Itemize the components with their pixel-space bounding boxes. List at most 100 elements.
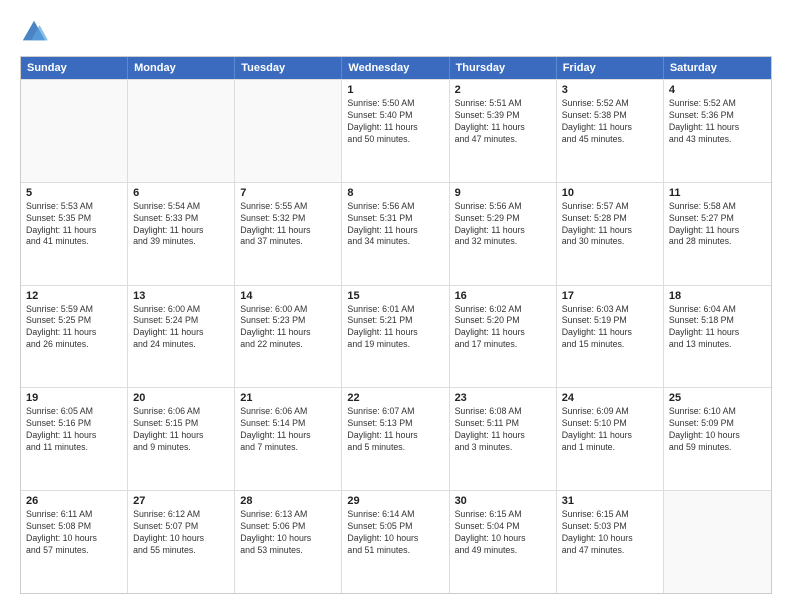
- cell-daylight-info: Sunrise: 6:15 AM Sunset: 5:04 PM Dayligh…: [455, 509, 551, 557]
- day-header-tuesday: Tuesday: [235, 57, 342, 79]
- day-number: 18: [669, 290, 766, 302]
- day-number: 2: [455, 84, 551, 96]
- calendar-cell: 11 Sunrise: 5:58 AM Sunset: 5:27 PM Dayli…: [664, 183, 771, 285]
- cell-daylight-info: Sunrise: 6:15 AM Sunset: 5:03 PM Dayligh…: [562, 509, 658, 557]
- calendar-cell: 20 Sunrise: 6:06 AM Sunset: 5:15 PM Dayli…: [128, 388, 235, 490]
- calendar-cell: [235, 80, 342, 182]
- cell-daylight-info: Sunrise: 6:06 AM Sunset: 5:14 PM Dayligh…: [240, 406, 336, 454]
- cell-daylight-info: Sunrise: 6:00 AM Sunset: 5:23 PM Dayligh…: [240, 304, 336, 352]
- cell-daylight-info: Sunrise: 6:04 AM Sunset: 5:18 PM Dayligh…: [669, 304, 766, 352]
- calendar-cell: 8 Sunrise: 5:56 AM Sunset: 5:31 PM Daylig…: [342, 183, 449, 285]
- calendar-cell: 5 Sunrise: 5:53 AM Sunset: 5:35 PM Daylig…: [21, 183, 128, 285]
- calendar-cell: 16 Sunrise: 6:02 AM Sunset: 5:20 PM Dayli…: [450, 286, 557, 388]
- day-number: 7: [240, 187, 336, 199]
- day-number: 28: [240, 495, 336, 507]
- calendar-week-1: 1 Sunrise: 5:50 AM Sunset: 5:40 PM Daylig…: [21, 79, 771, 182]
- calendar-cell: 2 Sunrise: 5:51 AM Sunset: 5:39 PM Daylig…: [450, 80, 557, 182]
- day-number: 14: [240, 290, 336, 302]
- calendar-cell: 12Sunrise: 5:59 AM Sunset: 5:25 PM Dayli…: [21, 286, 128, 388]
- calendar-cell: 1 Sunrise: 5:50 AM Sunset: 5:40 PM Daylig…: [342, 80, 449, 182]
- calendar-cell: 26 Sunrise: 6:11 AM Sunset: 5:08 PM Dayli…: [21, 491, 128, 593]
- header: [20, 18, 772, 46]
- day-number: 10: [562, 187, 658, 199]
- calendar-cell: 9Sunrise: 5:56 AM Sunset: 5:29 PM Daylig…: [450, 183, 557, 285]
- calendar-cell: 18 Sunrise: 6:04 AM Sunset: 5:18 PM Dayli…: [664, 286, 771, 388]
- cell-daylight-info: Sunrise: 6:01 AM Sunset: 5:21 PM Dayligh…: [347, 304, 443, 352]
- day-number: 8: [347, 187, 443, 199]
- cell-daylight-info: Sunrise: 6:11 AM Sunset: 5:08 PM Dayligh…: [26, 509, 122, 557]
- cell-daylight-info: Sunrise: 6:14 AM Sunset: 5:05 PM Dayligh…: [347, 509, 443, 557]
- day-number: 13: [133, 290, 229, 302]
- calendar-cell: [128, 80, 235, 182]
- calendar-cell: 19Sunrise: 6:05 AM Sunset: 5:16 PM Dayli…: [21, 388, 128, 490]
- day-number: 1: [347, 84, 443, 96]
- cell-daylight-info: Sunrise: 6:06 AM Sunset: 5:15 PM Dayligh…: [133, 406, 229, 454]
- cell-daylight-info: Sunrise: 5:53 AM Sunset: 5:35 PM Dayligh…: [26, 201, 122, 249]
- calendar-cell: 14 Sunrise: 6:00 AM Sunset: 5:23 PM Dayli…: [235, 286, 342, 388]
- day-number: 9: [455, 187, 551, 199]
- day-number: 29: [347, 495, 443, 507]
- calendar-cell: 4Sunrise: 5:52 AM Sunset: 5:36 PM Daylig…: [664, 80, 771, 182]
- cell-daylight-info: Sunrise: 6:03 AM Sunset: 5:19 PM Dayligh…: [562, 304, 658, 352]
- calendar-cell: 31 Sunrise: 6:15 AM Sunset: 5:03 PM Dayli…: [557, 491, 664, 593]
- calendar-week-4: 19Sunrise: 6:05 AM Sunset: 5:16 PM Dayli…: [21, 387, 771, 490]
- cell-daylight-info: Sunrise: 5:58 AM Sunset: 5:27 PM Dayligh…: [669, 201, 766, 249]
- cell-daylight-info: Sunrise: 5:57 AM Sunset: 5:28 PM Dayligh…: [562, 201, 658, 249]
- calendar-cell: 23 Sunrise: 6:08 AM Sunset: 5:11 PM Dayli…: [450, 388, 557, 490]
- cell-daylight-info: Sunrise: 5:59 AM Sunset: 5:25 PM Dayligh…: [26, 304, 122, 352]
- calendar-week-2: 5 Sunrise: 5:53 AM Sunset: 5:35 PM Daylig…: [21, 182, 771, 285]
- calendar-cell: 3 Sunrise: 5:52 AM Sunset: 5:38 PM Daylig…: [557, 80, 664, 182]
- calendar-cell: 27Sunrise: 6:12 AM Sunset: 5:07 PM Dayli…: [128, 491, 235, 593]
- day-number: 15: [347, 290, 443, 302]
- calendar-cell: [21, 80, 128, 182]
- cell-daylight-info: Sunrise: 5:54 AM Sunset: 5:33 PM Dayligh…: [133, 201, 229, 249]
- day-number: 23: [455, 392, 551, 404]
- day-number: 11: [669, 187, 766, 199]
- day-header-monday: Monday: [128, 57, 235, 79]
- calendar-cell: 24Sunrise: 6:09 AM Sunset: 5:10 PM Dayli…: [557, 388, 664, 490]
- day-header-saturday: Saturday: [664, 57, 771, 79]
- cell-daylight-info: Sunrise: 6:12 AM Sunset: 5:07 PM Dayligh…: [133, 509, 229, 557]
- day-header-wednesday: Wednesday: [342, 57, 449, 79]
- day-header-friday: Friday: [557, 57, 664, 79]
- cell-daylight-info: Sunrise: 6:02 AM Sunset: 5:20 PM Dayligh…: [455, 304, 551, 352]
- calendar-cell: [664, 491, 771, 593]
- calendar-cell: 10 Sunrise: 5:57 AM Sunset: 5:28 PM Dayli…: [557, 183, 664, 285]
- calendar-cell: 22 Sunrise: 6:07 AM Sunset: 5:13 PM Dayli…: [342, 388, 449, 490]
- cell-daylight-info: Sunrise: 5:52 AM Sunset: 5:36 PM Dayligh…: [669, 98, 766, 146]
- day-number: 6: [133, 187, 229, 199]
- logo: [20, 18, 52, 46]
- cell-daylight-info: Sunrise: 5:51 AM Sunset: 5:39 PM Dayligh…: [455, 98, 551, 146]
- calendar-cell: 15 Sunrise: 6:01 AM Sunset: 5:21 PM Dayli…: [342, 286, 449, 388]
- calendar-cell: 6 Sunrise: 5:54 AM Sunset: 5:33 PM Daylig…: [128, 183, 235, 285]
- calendar-cell: 29 Sunrise: 6:14 AM Sunset: 5:05 PM Dayli…: [342, 491, 449, 593]
- calendar-week-5: 26 Sunrise: 6:11 AM Sunset: 5:08 PM Dayli…: [21, 490, 771, 593]
- cell-daylight-info: Sunrise: 6:00 AM Sunset: 5:24 PM Dayligh…: [133, 304, 229, 352]
- cell-daylight-info: Sunrise: 5:52 AM Sunset: 5:38 PM Dayligh…: [562, 98, 658, 146]
- cell-daylight-info: Sunrise: 6:08 AM Sunset: 5:11 PM Dayligh…: [455, 406, 551, 454]
- day-number: 19: [26, 392, 122, 404]
- cell-daylight-info: Sunrise: 5:56 AM Sunset: 5:31 PM Dayligh…: [347, 201, 443, 249]
- day-number: 30: [455, 495, 551, 507]
- day-number: 22: [347, 392, 443, 404]
- day-number: 26: [26, 495, 122, 507]
- calendar-cell: 17 Sunrise: 6:03 AM Sunset: 5:19 PM Dayli…: [557, 286, 664, 388]
- day-number: 31: [562, 495, 658, 507]
- day-header-sunday: Sunday: [21, 57, 128, 79]
- calendar-cell: 30 Sunrise: 6:15 AM Sunset: 5:04 PM Dayli…: [450, 491, 557, 593]
- calendar-cell: 28 Sunrise: 6:13 AM Sunset: 5:06 PM Dayli…: [235, 491, 342, 593]
- day-number: 5: [26, 187, 122, 199]
- day-number: 25: [669, 392, 766, 404]
- day-number: 3: [562, 84, 658, 96]
- cell-daylight-info: Sunrise: 5:50 AM Sunset: 5:40 PM Dayligh…: [347, 98, 443, 146]
- cell-daylight-info: Sunrise: 6:13 AM Sunset: 5:06 PM Dayligh…: [240, 509, 336, 557]
- day-number: 20: [133, 392, 229, 404]
- calendar-cell: 13 Sunrise: 6:00 AM Sunset: 5:24 PM Dayli…: [128, 286, 235, 388]
- day-number: 17: [562, 290, 658, 302]
- day-number: 24: [562, 392, 658, 404]
- cell-daylight-info: Sunrise: 6:10 AM Sunset: 5:09 PM Dayligh…: [669, 406, 766, 454]
- cell-daylight-info: Sunrise: 6:07 AM Sunset: 5:13 PM Dayligh…: [347, 406, 443, 454]
- logo-icon: [20, 18, 48, 46]
- cell-daylight-info: Sunrise: 5:55 AM Sunset: 5:32 PM Dayligh…: [240, 201, 336, 249]
- day-number: 16: [455, 290, 551, 302]
